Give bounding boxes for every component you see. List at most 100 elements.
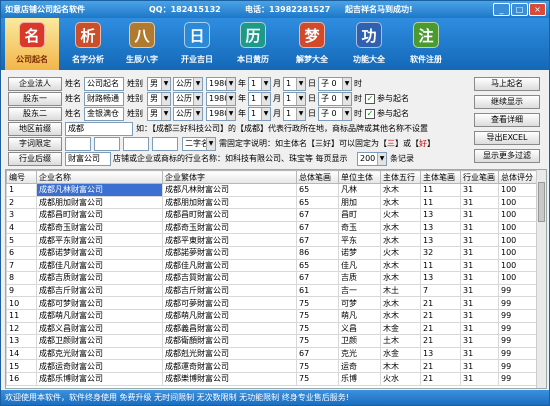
person2-month-select[interactable]: 1 ▼ [248,92,271,106]
table-row[interactable]: 9 成都吉斤财富公司 成都吉斤財富公司 61 吉一 木土 7 31 99 [6,283,539,298]
person2-gender-select[interactable]: 男 ▼ [147,92,171,106]
toolbar-name-analysis[interactable]: 析 名字分析 [61,18,115,70]
person3-join-checkbox[interactable]: ✓ [365,109,375,119]
col-total-strokes[interactable]: 总体笔画 [296,170,339,184]
person1-day-select[interactable]: 1 ▼ [283,77,306,91]
table-row[interactable]: 14 成都克光财富公司 成都剋光財富公司 67 克光 水金 13 31 99 [6,346,539,361]
table-cell: 31 [460,220,499,235]
person3-name-input[interactable]: 金银满仓 [84,107,124,121]
person3-hour-select[interactable]: 子 0 ▼ [318,107,352,121]
table-row[interactable]: 3 成都昌町财富公司 成都昌町財富公司 67 昌町 火木 13 31 100 [6,208,539,222]
toolbar-functions[interactable]: 功 功能大全 [342,18,396,70]
region-input[interactable]: 成都 [65,122,133,136]
toolbar-register[interactable]: 注 软件注册 [399,18,453,70]
calendar-value: 公历 [176,94,192,103]
continue-display-button[interactable]: 继续显示 [474,95,540,109]
table-cell: 65 [296,195,339,210]
person1-hour-select[interactable]: 子 0 ▼ [318,77,352,91]
table-row[interactable]: 15 成都运奇财富公司 成都運奇財富公司 75 运奇 木木 21 31 99 [6,359,539,373]
person1-calendar-select[interactable]: 公历 ▼ [173,77,203,91]
table-cell: 成都凡林財富公司 [162,183,297,197]
col-traditional[interactable]: 企业繁体字 [162,170,297,184]
person2-hour-select[interactable]: 子 0 ▼ [318,92,352,106]
table-row[interactable]: 4 成都奇玉财富公司 成都奇玉財富公司 67 奇玉 水木 13 31 100 [6,220,539,235]
shareholder2-button[interactable]: 股东二 [8,107,62,121]
table-row[interactable]: 12 成都义昌财富公司 成都義昌財富公司 75 义昌 木金 21 31 99 [6,321,539,336]
person2-year-select[interactable]: 1980 ▼ [206,92,236,106]
toolbar-label: 功能大全 [353,55,385,64]
maximize-button[interactable]: □ [511,3,528,16]
toolbar-birth-chart[interactable]: 八 生辰八字 [115,18,169,70]
word-limit-button[interactable]: 字词限定 [8,137,62,151]
person3-year-select[interactable]: 1980 ▼ [206,107,236,121]
table-row[interactable]: 16 成都乐博财富公司 成都樂博財富公司 75 乐博 火水 21 31 99 [6,371,539,386]
person3-gender-select[interactable]: 男 ▼ [147,107,171,121]
table-cell: 65 [296,258,339,273]
table-row[interactable]: 7 成都佳凡财富公司 成都佳凡財富公司 65 佳凡 水木 11 31 100 [6,258,539,273]
year-label: 年 [238,79,246,88]
legal-person-button[interactable]: 企业法人 [8,77,62,91]
person3-month-select[interactable]: 1 ▼ [248,107,271,121]
chevron-down-icon: ▼ [342,78,351,90]
col-id[interactable]: 编号 [6,170,37,184]
person1-name-input[interactable]: 公司起名 [84,77,124,91]
toolbar-almanac[interactable]: 历 本日黄历 [226,18,280,70]
col-company-name[interactable]: 企业名称 [36,170,163,184]
close-button[interactable]: × [529,3,546,16]
table-cell: 21 [420,334,461,348]
person3-calendar-select[interactable]: 公历 ▼ [173,107,203,121]
fixed-char-input-2[interactable] [94,137,120,151]
table-cell: 水木 [380,195,421,210]
table-row[interactable]: 8 成都吉质财富公司 成都吉質財富公司 67 吉质 水木 13 31 100 [6,271,539,285]
region-prefix-button[interactable]: 地区前缀 [8,122,62,136]
more-filter-button[interactable]: 显示更多过滤 [474,149,540,163]
view-detail-button[interactable]: 查看详细 [474,113,540,127]
table-row[interactable]: 13 成都卫颜财富公司 成都衛顏財富公司 75 卫颜 土木 21 31 99 [6,334,539,348]
col-main-body[interactable]: 单位主体 [338,170,381,184]
col-main-strokes[interactable]: 主体笔画 [420,170,461,184]
col-five-elements[interactable]: 主体五行 [380,170,421,184]
toolbar-company-naming[interactable]: 名 公司起名 [5,18,59,70]
title-bar: 如意店铺公司起名软件 QQ：18241513​2 电话：13982281527 … [1,1,549,18]
start-naming-button[interactable]: 马上起名 [474,77,540,91]
export-excel-button[interactable]: 导出EXCEL [474,131,540,145]
table-row[interactable]: 2 成都朋加财富公司 成都朋加財富公司 65 朋加 水木 11 31 100 [6,195,539,210]
table-row[interactable]: 6 成都诺梦财富公司 成都諾夢財富公司 86 诺梦 火木 32 31 100 [6,245,539,260]
industry-suffix-button[interactable]: 行业后缀 [8,152,62,166]
person2-name-input[interactable]: 财路畅通 [84,92,124,106]
table-row[interactable]: 10 成都可梦财富公司 成都可夢財富公司 75 可梦 水木 21 31 99 [6,296,539,310]
shareholder1-button[interactable]: 股东一 [8,92,62,106]
toolbar-opening-day[interactable]: 日 开业吉日 [170,18,224,70]
person2-day-select[interactable]: 1 ▼ [283,92,306,106]
table-cell: 100 [498,233,539,247]
chevron-down-icon: ▼ [226,93,235,105]
col-score[interactable]: 总体评分 [498,170,539,184]
table-cell: 成都义昌财富公司 [36,321,163,336]
table-cell: 成都朋加財富公司 [162,195,297,210]
table-cell: 2 [6,195,37,210]
table-row[interactable]: 11 成都萌凡财富公司 成都萌凡財富公司 75 萌凡 水木 21 31 99 [6,308,539,323]
col-industry-strokes[interactable]: 行业笔画 [460,170,499,184]
person2-join-checkbox[interactable]: ✓ [365,94,375,104]
person1-year-select[interactable]: 1980 ▼ [206,77,236,91]
fixed-char-input-3[interactable] [123,137,149,151]
person1-month-select[interactable]: 1 ▼ [248,77,271,91]
person3-day-select[interactable]: 1 ▼ [283,107,306,121]
page-size-select[interactable]: 200 ▼ [357,152,387,166]
fixed-char-input-1[interactable] [65,137,91,151]
table-cell: 水木 [380,271,421,285]
toolbar-dream[interactable]: 梦 解梦大全 [285,18,339,70]
industry-input[interactable]: 财富公司 [65,152,111,166]
word-count-select[interactable]: 二字名 ▼ [182,137,216,151]
table-row[interactable]: 1 成都凡林财富公司 成都凡林財富公司 65 凡林 水木 11 31 100 [6,183,539,197]
person1-gender-select[interactable]: 男 ▼ [147,77,171,91]
table-cell: 15 [6,359,37,373]
fixed-char-input-4[interactable] [152,137,178,151]
table-cell: 21 [420,296,461,310]
table-row[interactable]: 5 成都平东财富公司 成都平東財富公司 67 平东 水木 13 31 100 [6,233,539,247]
table-cell: 11 [420,195,461,210]
vertical-scrollbar[interactable] [536,170,546,388]
scroll-thumb[interactable] [538,182,545,222]
minimize-button[interactable]: _ [493,3,510,16]
person2-calendar-select[interactable]: 公历 ▼ [173,92,203,106]
